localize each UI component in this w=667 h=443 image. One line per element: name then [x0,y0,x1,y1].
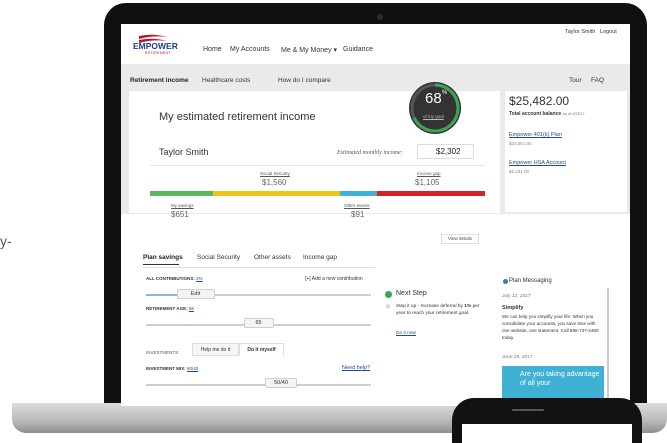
do-it-now-link[interactable]: Do it now [396,331,416,336]
income-gap-value: $1,105 [415,178,440,187]
bar-other-assets [340,191,377,196]
estimated-income-value: $2,302 [436,147,461,156]
message-body: We can help you simplify your life. When… [502,314,599,340]
phone-speaker [512,409,544,411]
goal-percent: 68% [425,90,447,107]
next-step-title: Next Step [396,290,427,297]
tab-plan-savings[interactable]: Plan savings [143,254,183,261]
investment-mix-handle[interactable]: 50/40 [265,378,297,388]
active-tab-underline [143,264,179,265]
retirement-age-value-link[interactable]: 65 [189,306,194,311]
next-step-prefix: Step it up - Increase deferral by [396,304,463,309]
account-value-401k: $23,051.00 [509,141,532,146]
next-step-text: Step it up - Increase deferral by 1% per… [396,303,482,317]
messaging-scrollbar[interactable] [607,288,609,398]
tab-social-security[interactable]: Social Security [197,254,240,261]
edge-text-fragment: y- [0,233,12,249]
tab-retirement-income[interactable]: Retirement income [130,77,189,84]
contributions-handle[interactable]: Edit [176,289,215,299]
bar-my-savings [150,191,213,196]
goal-link[interactable]: of my goal [423,114,444,119]
retirement-age-handle[interactable]: 65 [243,318,274,328]
next-step-bold: 1% [464,304,472,309]
camera-icon [377,14,383,20]
retirement-age-label-text: RETIREMENT AGE: [146,306,188,311]
retirement-age-label: RETIREMENT AGE: 65 [146,306,194,311]
goal-percent-number: 68 [425,90,442,107]
person-name: Taylor Smith [159,147,209,157]
message-date-2: June 28, 2017 [502,355,533,360]
step-bullet-icon: ⊙ [386,304,391,310]
investment-mix-label-text: INVESTMENT MIX: [146,366,186,371]
my-savings-value: $651 [171,210,189,219]
promo-text: Are you taking advantage of all your [520,371,600,387]
card-divider [150,165,485,166]
investment-mix-value-link[interactable]: 60/40 [187,366,198,371]
account-value-hsa: $2,431.00 [509,169,530,174]
account-link-401k[interactable]: Empower 401(k) Plan [509,132,562,138]
account-link-hsa[interactable]: Empower HSA Account [509,160,566,166]
goal-percent-sign: % [441,90,448,96]
bar-income-gap [377,191,485,196]
other-assets-value: $91 [351,210,365,219]
app-viewport: Retirement income Healthcare costs How d… [121,24,630,406]
bar-social-security [213,191,340,196]
balance-amount: $25,482.00 [509,94,570,108]
card-title: My estimated retirement income [159,111,316,123]
device-mockup: y- EMPOWER RETIREMENT Home My Accounts M… [0,0,667,443]
my-savings-label[interactable]: My savings [171,203,194,208]
faq-link[interactable]: FAQ [591,77,604,84]
view-details-button[interactable]: View details [441,234,479,244]
balance-caption-text: Total account balance [509,111,562,117]
estimated-income-label: Estimated monthly income: [337,150,403,156]
tab-do-it-myself[interactable]: Do it myself [239,343,284,356]
phone-screen [462,424,632,443]
social-security-label[interactable]: Social Security [260,171,290,176]
add-contribution-link[interactable]: [+] Add a new contribution [305,276,363,282]
tab-income-gap[interactable]: Income gap [303,254,337,261]
investments-label: INVESTMENTS: [146,350,180,355]
next-step-icon [385,291,392,298]
investment-mix-slider[interactable] [146,384,371,386]
tab-help-me-do-it[interactable]: Help me do it [192,343,239,356]
balance-as-of: as of 6/2017 [562,111,585,116]
other-assets-label[interactable]: Other assets [344,203,370,208]
contributions-label-text: ALL CONTRIBUTIONS: [146,276,195,281]
investment-mix-label: INVESTMENT MIX: 60/40 [146,366,198,371]
balance-caption: Total account balance as of 6/2017 [509,111,585,117]
message-date-1: July 12, 2017 [502,294,531,299]
section-divider [143,267,375,268]
contributions-value-link[interactable]: 6% [196,276,203,281]
tour-link[interactable]: Tour [569,77,582,84]
need-help-link[interactable]: Need help? [342,365,370,371]
tab-healthcare-costs[interactable]: Healthcare costs [202,77,250,84]
income-gap-label[interactable]: Income gap [417,171,441,176]
plan-messaging-title: Plan Messaging [509,278,552,284]
plan-messaging-icon [503,279,508,284]
message-heading: Simplify [502,305,524,311]
contributions-label: ALL CONTRIBUTIONS: 6% [146,276,203,281]
tab-how-do-i-compare[interactable]: How do I compare [278,77,331,84]
balance-panel [505,91,627,212]
tab-other-assets[interactable]: Other assets [254,254,291,261]
social-security-value: $1,560 [262,178,287,187]
